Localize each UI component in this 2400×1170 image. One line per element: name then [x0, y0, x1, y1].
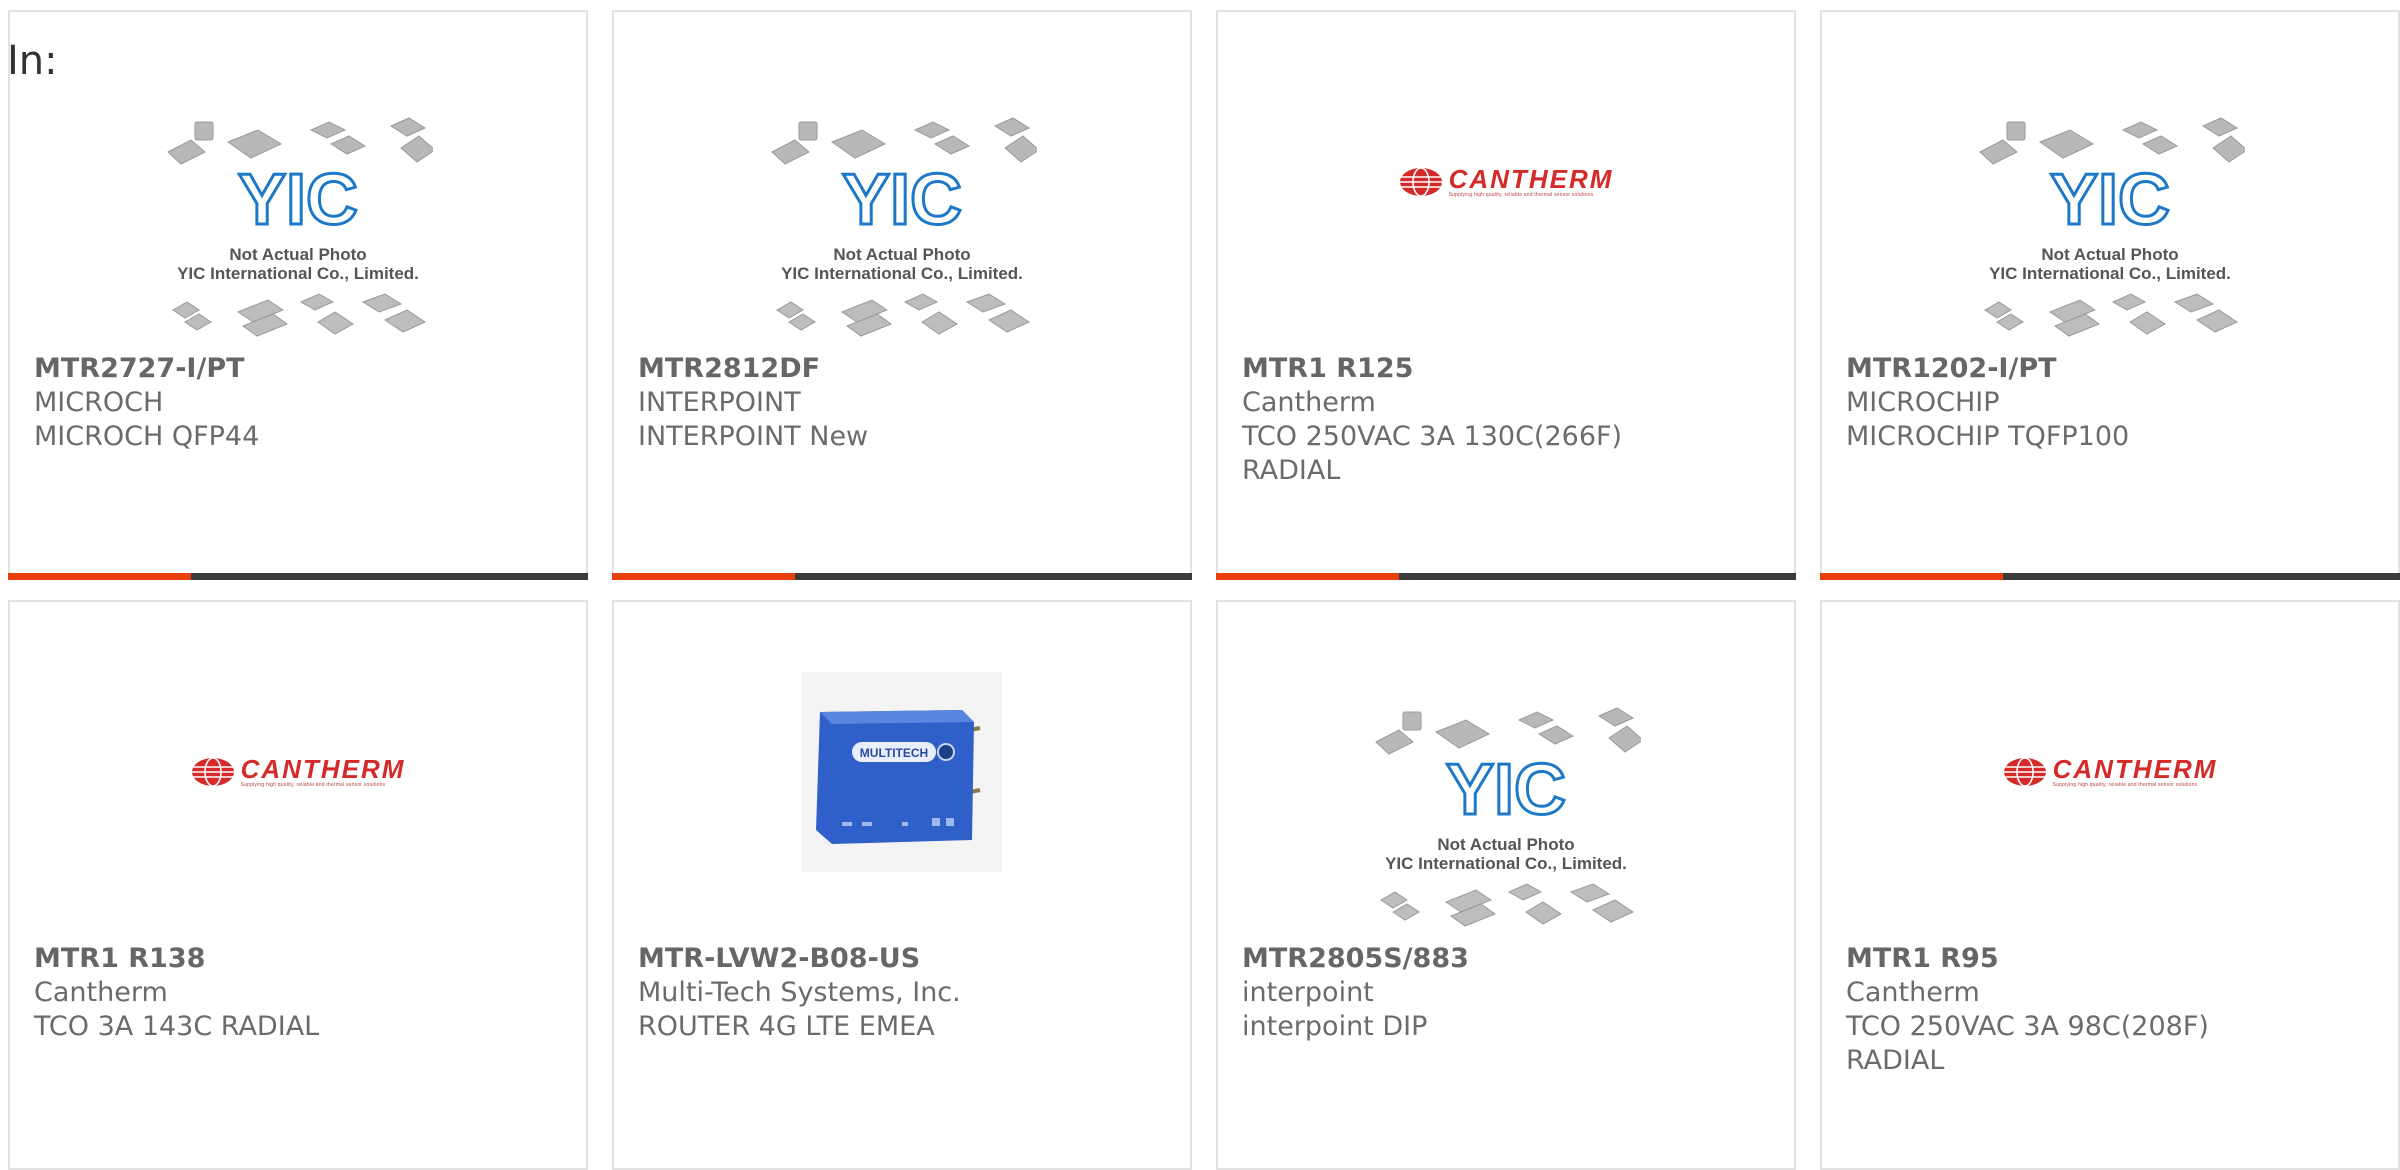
description: interpoint DIP — [1242, 1011, 1428, 1042]
yic-placeholder-image: YIC Not Actual Photo YIC International C… — [1371, 702, 1641, 942]
manufacturer: MICROCHIP — [1846, 387, 2000, 418]
cantherm-tagline: Supplying high quality, reliable and the… — [2052, 782, 2198, 788]
product-card[interactable]: YIC Not Actual Photo YIC International C… — [8, 10, 588, 580]
description: TCO 3A 143C RADIAL — [34, 1011, 320, 1042]
yic-placeholder-image: YIC Not Actual Photo YIC International C… — [163, 112, 433, 352]
cantherm-wordmark: CANTHERM — [240, 754, 406, 784]
part-number[interactable]: MTR1 R125 — [1242, 352, 1784, 386]
card-bar-accent — [1820, 573, 2003, 580]
description-continued: RADIAL — [1242, 455, 1341, 486]
product-image: YIC Not Actual Photo YIC International C… — [614, 92, 1190, 372]
placeholder-line1: Not Actual Photo — [229, 245, 367, 264]
chip-packages-icon: YIC — [771, 117, 1037, 337]
placeholder-caption: Not Actual Photo YIC International Co., … — [163, 245, 433, 283]
placeholder-line2: YIC International Co., Limited. — [177, 264, 419, 283]
cantherm-wordmark: CANTHERM — [2052, 754, 2218, 784]
part-number[interactable]: MTR-LVW2-B08-US — [638, 942, 1180, 976]
placeholder-line2: YIC International Co., Limited. — [781, 264, 1023, 283]
cantherm-globe-icon — [191, 757, 234, 787]
description: ROUTER 4G LTE EMEA — [638, 1011, 935, 1042]
placeholder-line1: Not Actual Photo — [1437, 835, 1575, 854]
placeholder-caption: Not Actual Photo YIC International Co., … — [1371, 835, 1641, 873]
product-card[interactable]: YIC Not Actual Photo YIC International C… — [612, 10, 1192, 580]
router-photo: MULTITECH — [802, 672, 1002, 872]
cantherm-tagline: Supplying high quality, reliable and the… — [240, 782, 386, 788]
manufacturer: Multi-Tech Systems, Inc. — [638, 977, 961, 1008]
manufacturer: MICROCH — [34, 387, 164, 418]
manufacturer: Cantherm — [1846, 977, 1980, 1008]
description: TCO 250VAC 3A 130C(266F) — [1242, 421, 1623, 452]
product-image: YIC Not Actual Photo YIC International C… — [10, 92, 586, 372]
description: MICROCHIP TQFP100 — [1846, 421, 2130, 452]
placeholder-line2: YIC International Co., Limited. — [1989, 264, 2231, 283]
placeholder-line2: YIC International Co., Limited. — [1385, 854, 1627, 873]
placeholder-line1: Not Actual Photo — [833, 245, 971, 264]
cantherm-wordmark: CANTHERM — [1448, 164, 1614, 194]
manufacturer: Cantherm — [1242, 387, 1376, 418]
product-card[interactable]: YIC Not Actual Photo YIC International C… — [1216, 600, 1796, 1170]
part-number[interactable]: MTR2727-I/PT — [34, 352, 576, 386]
placeholder-caption: Not Actual Photo YIC International Co., … — [1975, 245, 2245, 283]
product-image: CANTHERM Supplying high quality, reliabl… — [10, 602, 586, 942]
description: MICROCH QFP44 — [34, 421, 260, 452]
product-card[interactable]: CANTHERM Supplying high quality, reliabl… — [8, 600, 588, 1170]
cantherm-tagline: Supplying high quality, reliable and the… — [1448, 192, 1594, 198]
part-number[interactable]: MTR1 R138 — [34, 942, 576, 976]
description: TCO 250VAC 3A 98C(208F) — [1846, 1011, 2209, 1042]
placeholder-caption: Not Actual Photo YIC International Co., … — [767, 245, 1037, 283]
product-card[interactable]: YIC Not Actual Photo YIC International C… — [1820, 10, 2400, 580]
product-image: CANTHERM Supplying high quality, reliabl… — [1822, 602, 2398, 942]
chip-packages-icon: YIC — [1979, 117, 2245, 337]
router-brand-text: MULTITECH — [860, 746, 928, 760]
card-bar-accent — [1216, 573, 1399, 580]
manufacturer: INTERPOINT — [638, 387, 801, 418]
description-continued: RADIAL — [1846, 1045, 1945, 1076]
filter-label: In: — [7, 38, 58, 84]
product-card[interactable]: MULTITECH MTR-LVW2-B08-US Multi-Tech Sys… — [612, 600, 1192, 1170]
product-card[interactable]: CANTHERM Supplying high quality, reliabl… — [1820, 600, 2400, 1170]
product-image: YIC Not Actual Photo YIC International C… — [1218, 682, 1794, 962]
yic-placeholder-image: YIC Not Actual Photo YIC International C… — [1975, 112, 2245, 352]
cantherm-logo: CANTHERM Supplying high quality, reliabl… — [1399, 166, 1614, 198]
product-image: YIC Not Actual Photo YIC International C… — [1822, 92, 2398, 372]
chip-packages-icon: YIC — [167, 117, 433, 337]
yic-logo: YIC — [238, 160, 358, 240]
part-number[interactable]: MTR1 R95 — [1846, 942, 2388, 976]
product-grid: YIC Not Actual Photo YIC International C… — [0, 0, 2400, 1170]
description: INTERPOINT New — [638, 421, 869, 452]
part-number[interactable]: MTR2805S/883 — [1242, 942, 1784, 976]
cantherm-globe-icon — [1399, 167, 1442, 197]
yic-logo: YIC — [842, 160, 962, 240]
card-bottom-bar — [612, 573, 1192, 580]
part-number[interactable]: MTR1202-I/PT — [1846, 352, 2388, 386]
card-bottom-bar — [8, 573, 588, 580]
placeholder-line1: Not Actual Photo — [2041, 245, 2179, 264]
cantherm-logo: CANTHERM Supplying high quality, reliabl… — [191, 756, 406, 788]
product-card[interactable]: CANTHERM Supplying high quality, reliabl… — [1216, 10, 1796, 580]
product-image: MULTITECH — [614, 672, 1190, 872]
card-bar-accent — [612, 573, 795, 580]
cantherm-globe-icon — [2003, 757, 2046, 787]
router-device-icon: MULTITECH — [816, 710, 981, 844]
product-image: CANTHERM Supplying high quality, reliabl… — [1218, 12, 1794, 352]
yic-placeholder-image: YIC Not Actual Photo YIC International C… — [767, 112, 1037, 352]
manufacturer: interpoint — [1242, 977, 1374, 1008]
cantherm-logo: CANTHERM Supplying high quality, reliabl… — [2003, 756, 2218, 788]
manufacturer: Cantherm — [34, 977, 168, 1008]
card-bottom-bar — [1216, 573, 1796, 580]
yic-logo: YIC — [2050, 160, 2170, 240]
card-bar-accent — [8, 573, 191, 580]
yic-logo: YIC — [1446, 750, 1566, 830]
card-bottom-bar — [1820, 573, 2400, 580]
chip-packages-icon: YIC — [1375, 707, 1641, 927]
part-number[interactable]: MTR2812DF — [638, 352, 1180, 386]
